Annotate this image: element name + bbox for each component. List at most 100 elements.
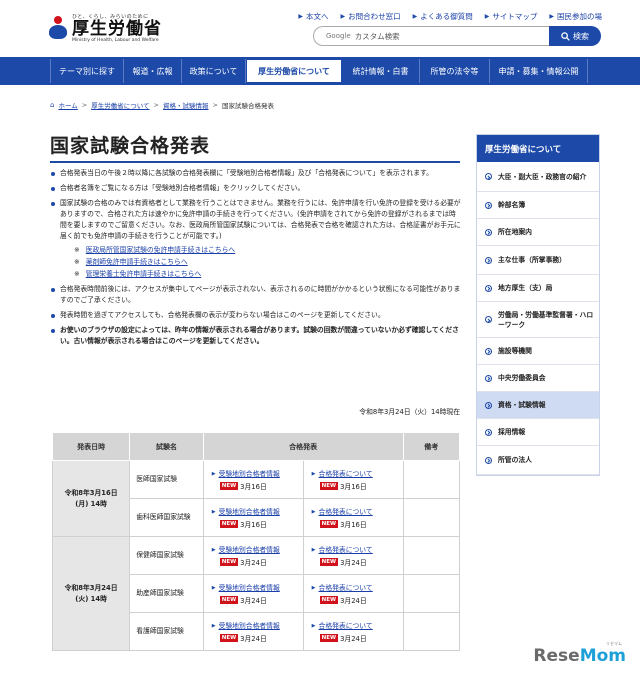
table-row: 令和8年3月24日 (火) 14時 保健師国家試験 ▶ 受験地別合格者情報 NEW 3月24… [52,536,460,651]
sidebar-item[interactable]: 幹部名簿 [477,192,599,219]
link-faq[interactable]: ▶ よくある御質問 [413,11,473,22]
link-sitemap[interactable]: ▶ サイトマップ [485,11,538,22]
chevron-circle-icon [485,201,492,209]
chevron-right-icon: ▶ [311,622,316,629]
license-link-row: ※ 医政局所管国家試験の免許申請手続きはこちらへ [74,244,236,256]
link-medical-license[interactable]: 医政局所管国家試験の免許申請手続きはこちらへ [86,244,236,256]
new-badge: NEW [219,519,239,528]
announcement-link[interactable]: 合格発表について [319,545,373,556]
sidebar-item[interactable]: 地方厚生（支）局 [477,275,599,302]
publish-date: 3月16日 [240,520,267,529]
search-button[interactable]: 検索 [549,26,601,46]
link-dietitian-license[interactable]: 管理栄養士免許申請手続きはこちらへ [86,268,202,280]
sidebar-item[interactable]: 大臣・副大臣・政務官の紹介 [477,162,599,192]
sidebar-item-label: 採用情報 [498,428,526,436]
nav-item-policy[interactable]: 政策について [182,59,246,83]
publish-date: 3月24日 [240,634,267,643]
results-by-region-cell: ▶ 受験地別合格者情報 NEW 3月24日 [202,536,304,575]
link-skip-to-content[interactable]: ▶ 本文へ [298,11,328,22]
exam-name: 医師国家試験 [129,460,204,499]
nav-item-press[interactable]: 報道・広報 [124,59,182,83]
chevron-circle-icon [485,401,492,409]
update-timestamp: 令和8年3月24日（火）14時現在 [359,408,460,416]
chevron-circle-icon [485,173,492,180]
remarks-cell [402,536,460,575]
link-contact[interactable]: ▶ お問合わせ窓口 [341,11,401,22]
logo-org-name: 厚生労働省 [72,19,162,39]
publish-date: 3月24日 [240,596,267,605]
announcement-datetime: 令和8年3月24日 (火) 14時 [52,536,131,651]
license-link-row: ※ 薬剤師免許申請手続きはこちらへ [74,256,188,268]
nav-item-laws[interactable]: 所管の法令等 [420,59,490,83]
search-input[interactable]: Google カスタム検索 [313,26,549,46]
nav-item-applications[interactable]: 申請・募集・情報公開 [490,59,588,83]
results-by-region-link[interactable]: 受験地別合格者情報 [219,507,280,518]
sidebar-item[interactable]: 施設等機関 [477,338,599,365]
list-item: 合格者名簿をご覧になる方は「受験地別合格者情報」をクリックしてください。 [50,183,462,194]
new-badge: NEW [319,481,339,490]
new-badge: NEW [219,595,239,604]
remarks-cell [402,612,460,651]
nav-item-statistics[interactable]: 統計情報・白書 [342,59,420,83]
chevron-circle-icon [485,256,492,264]
resemom-watermark: ReseMom [533,646,626,666]
sidebar-item[interactable]: 採用情報 [477,419,599,446]
table-header-row: 発表日時 試験名 合格発表 備考 [52,432,460,461]
list-item: 発表時間を過ぎてアクセスしても、合格発表欄の表示が変わらない場合はこのページを更… [50,310,462,321]
nav-item-themes[interactable]: テーマ別に探す [50,59,124,83]
sidebar-item[interactable]: 資格・試験情報 [477,392,599,419]
announcement-link[interactable]: 合格発表について [319,507,373,518]
chevron-right-icon: ▶ [211,622,216,629]
chevron-circle-icon [485,374,492,382]
link-pharmacist-license[interactable]: 薬剤師免許申請手続きはこちらへ [86,256,188,268]
sidebar-item[interactable]: 中央労働委員会 [477,365,599,392]
sidebar-title: 厚生労働省について [477,135,599,162]
new-badge: NEW [219,633,239,642]
remarks-cell [402,460,460,499]
sidebar-item-label: 施設等機関 [498,347,532,355]
results-by-region-link[interactable]: 受験地別合格者情報 [219,583,280,594]
results-by-region-link[interactable]: 受験地別合格者情報 [219,469,280,480]
chevron-circle-icon [485,228,492,236]
announcement-cell: ▶ 合格発表について NEW 3月16日 [302,460,404,499]
chevron-circle-icon [485,347,492,355]
site-logo[interactable]: ひと、くらし、みらいのために 厚生労働省 Ministry of Health,… [48,13,162,43]
list-item: 合格発表時間前後には、アクセスが集中してページが表示されない、表示されるのに時間… [50,284,462,306]
announcement-cell: ▶ 合格発表について NEW 3月24日 [302,612,404,651]
publish-date: 3月16日 [340,520,367,529]
chevron-circle-icon [485,316,492,323]
search-placeholder: カスタム検索 [354,31,400,41]
announcement-link[interactable]: 合格発表について [319,469,373,480]
breadcrumb: ⌂ ホーム > 厚生労働省について > 資格・試験情報 > 国家試験合格発表 [50,100,274,110]
nav-item-about[interactable]: 厚生労働省について [246,59,342,83]
sidebar-item[interactable]: 主な仕事（所掌事務） [477,246,599,275]
results-by-region-link[interactable]: 受験地別合格者情報 [219,621,280,632]
sidebar-item[interactable]: 所在地案内 [477,219,599,246]
announcement-link[interactable]: 合格発表について [319,583,373,594]
results-by-region-link[interactable]: 受験地別合格者情報 [219,545,280,556]
sidebar-item[interactable]: 所管の法人 [477,446,599,475]
sidebar-item-label: 所管の法人 [498,456,532,464]
link-public-participation[interactable]: ▶ 国民参加の場 [549,11,602,22]
breadcrumb-qualifications[interactable]: 資格・試験情報 [163,100,209,110]
new-badge: NEW [219,481,239,490]
chevron-right-icon: ▶ [484,13,490,20]
exam-name: 歯科医師国家試験 [129,498,204,537]
sidebar-item-label: 主な仕事（所掌事務） [498,256,566,264]
sidebar-item[interactable]: 労働局・労働基準監督署・ハローワーク [477,302,599,338]
column-header: 合格発表 [202,432,404,461]
exam-name: 看護師国家試験 [129,612,204,651]
list-item: 国家試験の合格のみでは有資格者として業務を行うことはできません。業務を行うには、… [50,198,462,280]
chevron-circle-icon [485,284,492,292]
breadcrumb-current: 国家試験合格発表 [221,102,274,110]
breadcrumb-about[interactable]: 厚生労働省について [91,100,149,110]
global-nav: テーマ別に探す 報道・広報 政策について 厚生労働省について 統計情報・白書 所… [0,57,640,85]
exam-name: 助産師国家試験 [129,574,204,613]
announcement-link[interactable]: 合格発表について [319,621,373,632]
chevron-right-icon: ▶ [311,584,316,591]
chevron-right-icon: ▶ [549,13,554,20]
chevron-right-icon: ▶ [211,546,216,553]
new-badge: NEW [319,519,339,528]
breadcrumb-home[interactable]: ホーム [58,100,77,110]
list-item: 合格発表当日の午後２時以降に各試験の合格発表欄に「受験地別合格者情報」及び「合格… [50,168,462,179]
